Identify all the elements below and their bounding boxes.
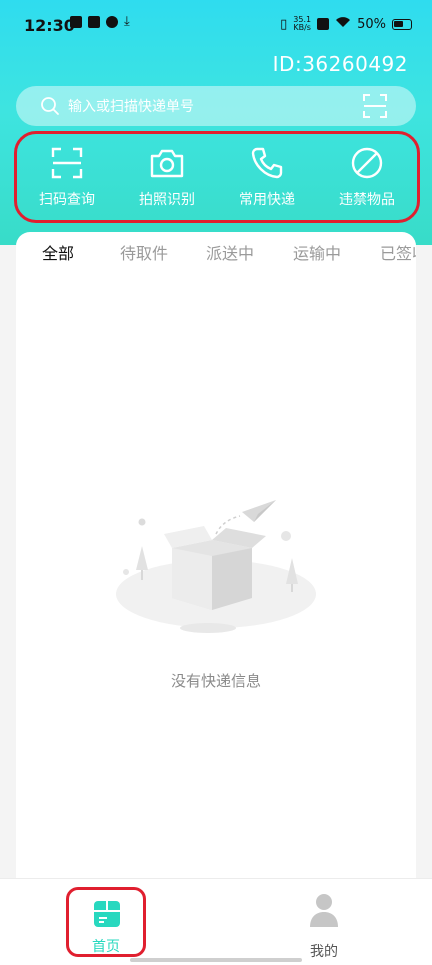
home-indicator xyxy=(130,958,302,962)
download-icon: ⤓ xyxy=(124,14,130,29)
empty-state-message: 没有快递信息 xyxy=(170,672,261,690)
status-tabs: 全部 待取件 派送中 运输中 已签收 xyxy=(16,232,416,268)
search-icon xyxy=(40,96,60,120)
quick-actions-panel: 扫码查询 拍照识别 常用快递 违禁物品 xyxy=(14,131,420,223)
quick-action-label: 常用快递 xyxy=(239,192,295,208)
system-status: ▯ 35.1 KB/s 50% xyxy=(280,16,412,32)
user-id: ID:36260492 xyxy=(272,52,408,76)
camera-icon xyxy=(150,149,184,178)
network-speed: 35.1 KB/s xyxy=(293,16,311,32)
tab-all[interactable]: 全部 xyxy=(42,240,74,264)
quick-action-scan[interactable]: 扫码查询 xyxy=(17,134,117,220)
network-speed-unit: KB/s xyxy=(293,23,311,32)
notification-icons: ⤓ xyxy=(70,14,130,29)
scan-frame-icon xyxy=(51,147,83,179)
nav-home-label: 首页 xyxy=(92,939,120,955)
quick-action-common-express[interactable]: 常用快递 xyxy=(217,134,317,220)
quick-action-label: 拍照识别 xyxy=(139,192,195,208)
nav-mine[interactable]: 我的 xyxy=(284,887,364,960)
main-panel: 全部 待取件 派送中 运输中 已签收 xyxy=(16,232,416,882)
check-notification-icon xyxy=(106,16,118,28)
search-bar[interactable]: 输入或扫描快递单号 xyxy=(16,86,416,126)
tab-delivering[interactable]: 派送中 xyxy=(206,240,254,264)
header-hero: 12:30 ⤓ ▯ 35.1 KB/s 50% ID:36260492 输入或扫… xyxy=(0,0,432,245)
battery-percent: 50% xyxy=(357,16,386,32)
user-icon xyxy=(308,893,340,931)
quick-action-label: 违禁物品 xyxy=(339,192,395,208)
status-time: 12:30 xyxy=(24,16,75,35)
quick-action-prohibited[interactable]: 违禁物品 xyxy=(317,134,417,220)
empty-box-illustration xyxy=(116,500,316,644)
wifi-icon xyxy=(335,16,351,32)
status-bar: 12:30 ⤓ ▯ 35.1 KB/s 50% xyxy=(0,10,432,42)
prohibited-icon xyxy=(351,147,383,179)
bottom-nav: 首页 我的 xyxy=(0,878,432,965)
quick-action-photo[interactable]: 拍照识别 xyxy=(117,134,217,220)
nav-home[interactable]: 首页 xyxy=(66,887,146,957)
play-notification-icon xyxy=(70,16,82,28)
tab-in-transit[interactable]: 运输中 xyxy=(293,240,341,264)
battery-icon xyxy=(392,18,412,30)
quick-action-label: 扫码查询 xyxy=(39,192,95,208)
vibrate-icon: ▯ xyxy=(280,16,288,32)
search-input[interactable]: 输入或扫描快递单号 xyxy=(68,96,194,116)
app-notification-icon xyxy=(88,16,100,28)
scan-icon[interactable] xyxy=(362,93,388,123)
sim-icon xyxy=(317,18,330,30)
tab-pending-pickup[interactable]: 待取件 xyxy=(120,240,168,264)
tab-signed[interactable]: 已签收 xyxy=(380,240,416,264)
package-icon xyxy=(93,900,121,932)
phone-icon xyxy=(251,147,283,179)
